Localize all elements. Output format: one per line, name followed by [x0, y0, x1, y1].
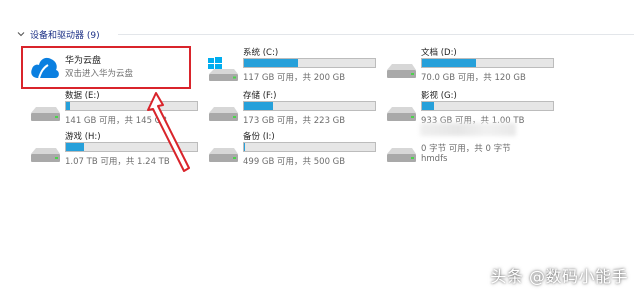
cloud-icon — [31, 57, 59, 79]
usage-fill — [66, 143, 84, 151]
drive-icon — [31, 107, 60, 121]
watermark: 头条 @数码小能手 — [490, 267, 628, 286]
drive-name: 数据 (E:) — [65, 91, 100, 101]
drive-name: 备份 (I:) — [243, 132, 275, 142]
drive-name: 系统 (C:) — [243, 48, 279, 58]
usage-fill — [422, 102, 434, 110]
usage-fill — [244, 59, 299, 67]
group-title: 设备和驱动器 (9) — [30, 30, 100, 41]
usage-bar — [243, 58, 376, 68]
usage-bar — [421, 58, 554, 68]
usage-bar — [243, 142, 376, 152]
chevron-down-icon[interactable] — [16, 29, 26, 39]
drive-c[interactable]: 系统 (C:) 117 GB 可用，共 200 GB — [206, 46, 396, 90]
drive-icon — [31, 148, 60, 162]
network-drive-hmdfs[interactable]: 0 字节 可用，共 0 字节 hmdfs — [384, 130, 574, 174]
drive-detail: 173 GB 可用，共 223 GB — [243, 116, 346, 126]
drive-name: 文档 (D:) — [421, 48, 457, 58]
drive-d[interactable]: 文档 (D:) 70.0 GB 可用，共 120 GB — [384, 46, 574, 90]
annotation-arrow — [147, 92, 190, 172]
drive-icon — [387, 64, 416, 78]
network-drive-icon — [387, 148, 416, 162]
drive-name: 存储 (F:) — [243, 91, 277, 101]
drive-detail: 70.0 GB 可用，共 120 GB — [421, 73, 526, 83]
drive-icon — [209, 107, 238, 121]
usage-fill — [244, 102, 274, 110]
drive-icon — [387, 107, 416, 121]
drive-detail: 117 GB 可用，共 200 GB — [243, 73, 346, 83]
drive-name: 影视 (G:) — [421, 91, 457, 101]
usage-fill — [422, 59, 477, 67]
drive-i[interactable]: 备份 (I:) 499 GB 可用，共 500 GB — [206, 130, 396, 174]
usage-bar — [421, 101, 554, 111]
drive-detail: 499 GB 可用，共 500 GB — [243, 157, 346, 167]
drive-icon — [209, 148, 238, 162]
drive-detail: 0 字节 可用，共 0 字节 — [421, 144, 511, 154]
cloud-subtitle: 双击进入华为云盘 — [65, 69, 134, 79]
group-divider — [118, 34, 634, 35]
group-header[interactable]: 设备和驱动器 (9) — [16, 25, 100, 43]
usage-bar — [243, 101, 376, 111]
drive-label: hmdfs — [421, 154, 448, 164]
drive-name: 游戏 (H:) — [65, 132, 101, 142]
huawei-cloud-item[interactable]: 华为云盘 双击进入华为云盘 — [21, 46, 191, 89]
usage-fill — [66, 102, 70, 110]
cloud-name: 华为云盘 — [65, 56, 102, 66]
drive-f[interactable]: 存储 (F:) 173 GB 可用，共 223 GB — [206, 89, 396, 133]
windows-drive-icon — [208, 57, 238, 81]
